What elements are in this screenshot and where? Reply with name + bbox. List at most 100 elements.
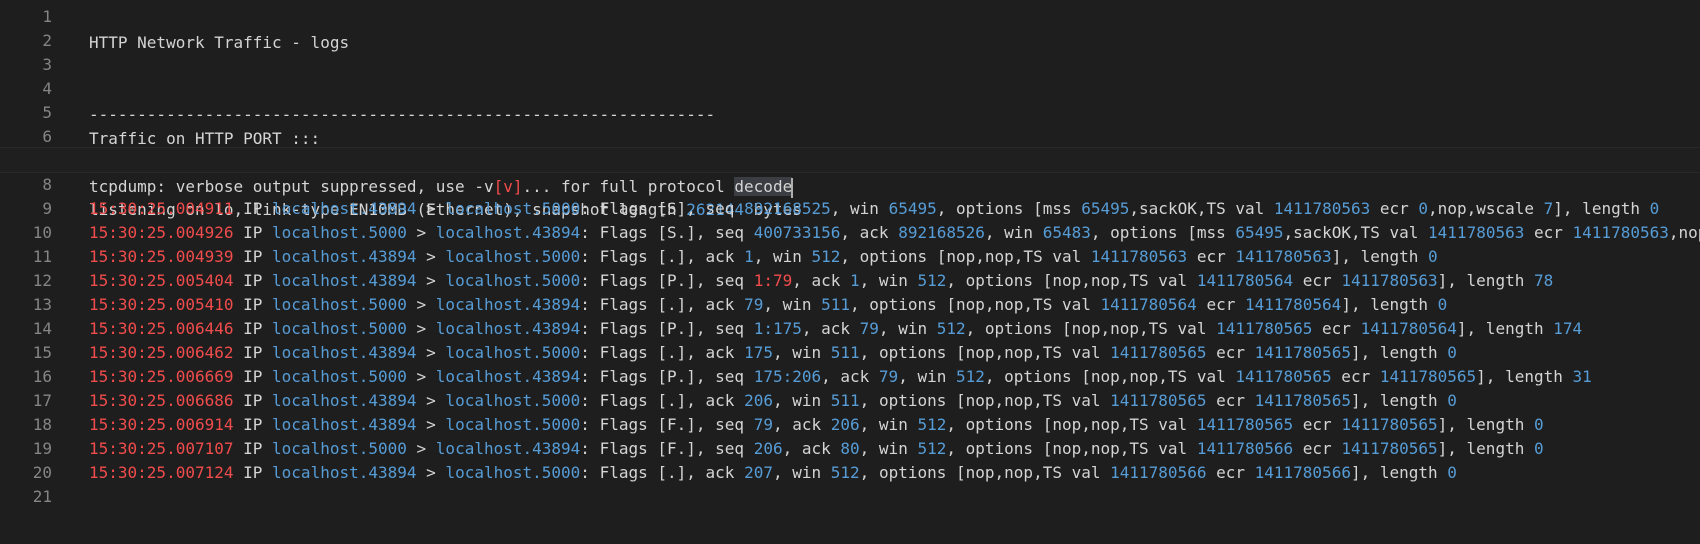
packet-number: 892168525 — [744, 199, 831, 218]
packet-detail-text: , options [nop,nop,TS val — [859, 463, 1111, 482]
packet-timestamp: 15:30:25.005404 — [89, 271, 234, 290]
direction-arrow: > — [416, 343, 446, 362]
gutter-row: 21 — [0, 484, 60, 510]
packet-number: 0 — [1428, 247, 1438, 266]
packet-number: 1411780566 — [1254, 463, 1351, 482]
packet-detail-text: ecr — [1293, 439, 1342, 458]
packet-destination: localhost.5000 — [445, 391, 581, 410]
packet-number: 79 — [744, 295, 764, 314]
packet-range: 1:79 — [753, 271, 793, 290]
packet-number: 0 — [1418, 199, 1429, 218]
packet-line[interactable]: 15:30:25.006446 IP localhost.5000 > loca… — [0, 316, 1700, 342]
packet-number: 207 — [744, 463, 773, 482]
packet-number: 206 — [753, 439, 783, 458]
direction-arrow: > — [406, 295, 436, 314]
packet-detail-text: ], length — [1350, 463, 1448, 482]
packet-line[interactable]: 15:30:25.004911 IP localhost.43894 > loc… — [0, 196, 1700, 222]
packet-number: 206 — [830, 415, 860, 434]
packet-source: localhost.5000 — [272, 439, 407, 458]
protocol-label: IP — [233, 223, 273, 242]
code-line-7-current[interactable]: tcpdump: verbose output suppressed, use … — [0, 147, 1700, 198]
packet-source: localhost.43894 — [272, 199, 417, 218]
packet-detail-text: , options [mss — [1090, 223, 1236, 242]
packet-number: 7 — [1543, 199, 1554, 218]
packet-detail-text: ecr — [1196, 295, 1245, 314]
packet-detail-text: ], length — [1350, 391, 1448, 410]
packet-detail-text: , options [nop,nop,TS val — [859, 391, 1111, 410]
packet-detail-text: : Flags [P.], seq — [580, 271, 754, 290]
packet-detail-text: , ack — [772, 415, 831, 434]
packet-detail-text: ecr — [1331, 367, 1380, 386]
packet-number: 1411780565 — [1235, 367, 1332, 386]
packet-number: 80 — [840, 439, 860, 458]
packet-detail-text: , ack — [782, 439, 841, 458]
packet-source: localhost.43894 — [272, 463, 417, 482]
packet-text: 15:30:25.005404 IP localhost.43894 > loc… — [89, 268, 1553, 294]
packet-detail-text: ,nop,wscale — [1668, 223, 1700, 242]
packet-destination: localhost.43894 — [435, 439, 581, 458]
packet-number: 512 — [936, 319, 966, 338]
packet-number: 79 — [859, 319, 879, 338]
packet-detail-text: , win — [898, 367, 956, 386]
code-line-1[interactable]: HTTP Network Traffic - logs — [0, 4, 1700, 52]
code-line-8[interactable]: listening on lo, link-type EN10MB (Ether… — [0, 171, 1700, 219]
packet-line[interactable]: 15:30:25.004926 IP localhost.5000 > loca… — [0, 220, 1700, 246]
code-line-5[interactable]: Traffic on HTTP PORT ::: — [0, 100, 1700, 148]
protocol-label: IP — [233, 271, 273, 290]
packet-detail-text: , win — [859, 439, 918, 458]
packet-number: 175:206 — [753, 367, 822, 386]
protocol-label: IP — [233, 439, 273, 458]
packet-source: localhost.43894 — [272, 343, 417, 362]
packet-text: 15:30:25.004911 IP localhost.43894 > loc… — [89, 196, 1659, 222]
code-editor[interactable]: 123456789101112131415161718192021 HTTP N… — [0, 0, 1700, 544]
packet-detail-text: ,nop,wscale — [1428, 199, 1544, 218]
packet-detail-text: ecr — [1206, 463, 1255, 482]
packet-number: 1411780563 — [1341, 271, 1438, 290]
packet-line[interactable]: 15:30:25.005404 IP localhost.43894 > loc… — [0, 268, 1700, 294]
packet-number: 78 — [1533, 271, 1554, 290]
packet-detail-text: ], length — [1437, 415, 1534, 434]
packet-destination: localhost.43894 — [435, 223, 581, 242]
packet-number: 1411780565 — [1110, 343, 1207, 362]
packet-timestamp: 15:30:25.007107 — [89, 439, 234, 458]
packet-detail-text: , options [nop,nop,TS val — [946, 439, 1197, 458]
packet-detail-text: ], length — [1341, 295, 1438, 314]
packet-detail-text: ecr — [1370, 199, 1419, 218]
packet-timestamp: 15:30:25.005410 — [89, 295, 234, 314]
packet-number: 512 — [830, 463, 860, 482]
packet-line[interactable]: 15:30:25.007124 IP localhost.43894 > loc… — [0, 460, 1700, 486]
packet-line[interactable]: 15:30:25.005410 IP localhost.5000 > loca… — [0, 292, 1700, 318]
packet-detail-text: ], length — [1456, 319, 1554, 338]
packet-line[interactable]: 15:30:25.006462 IP localhost.43894 > loc… — [0, 340, 1700, 366]
packet-line[interactable]: 15:30:25.006914 IP localhost.43894 > loc… — [0, 412, 1700, 438]
packet-detail-text: ecr — [1312, 319, 1361, 338]
packet-line[interactable]: 15:30:25.006669 IP localhost.5000 > loca… — [0, 364, 1700, 390]
packet-line[interactable]: 15:30:25.006686 IP localhost.43894 > loc… — [0, 388, 1700, 414]
packet-detail-text: : Flags [.], ack — [580, 463, 745, 482]
packet-number: 512 — [917, 439, 947, 458]
packet-number: 65495 — [1081, 199, 1130, 218]
packet-detail-text: ,sackOK,TS val — [1283, 223, 1429, 242]
packet-text: 15:30:25.007107 IP localhost.5000 > loca… — [89, 436, 1544, 462]
direction-arrow: > — [416, 247, 446, 266]
packet-number: 65495 — [1235, 223, 1284, 242]
packet-detail-text: , options [nop,nop,TS val — [859, 343, 1111, 362]
packet-destination: localhost.43894 — [435, 367, 581, 386]
packet-detail-text: , win — [984, 223, 1043, 242]
protocol-label: IP — [233, 367, 273, 386]
protocol-label: IP — [233, 463, 273, 482]
packet-line[interactable]: 15:30:25.004939 IP localhost.43894 > loc… — [0, 244, 1700, 270]
code-line-4[interactable]: ----------------------------------------… — [0, 76, 1700, 124]
packet-detail-text: ecr — [1524, 223, 1573, 242]
packet-source: localhost.43894 — [272, 247, 417, 266]
packet-source: localhost.5000 — [272, 295, 407, 314]
protocol-label: IP — [233, 391, 273, 410]
packet-number: 0 — [1533, 439, 1544, 458]
direction-arrow: > — [406, 367, 436, 386]
packet-destination: localhost.43894 — [435, 295, 581, 314]
packet-destination: localhost.5000 — [445, 199, 581, 218]
packet-number: 0 — [1447, 343, 1457, 362]
packet-detail-text: , win — [753, 247, 812, 266]
packet-destination: localhost.43894 — [435, 319, 581, 338]
packet-line[interactable]: 15:30:25.007107 IP localhost.5000 > loca… — [0, 436, 1700, 462]
